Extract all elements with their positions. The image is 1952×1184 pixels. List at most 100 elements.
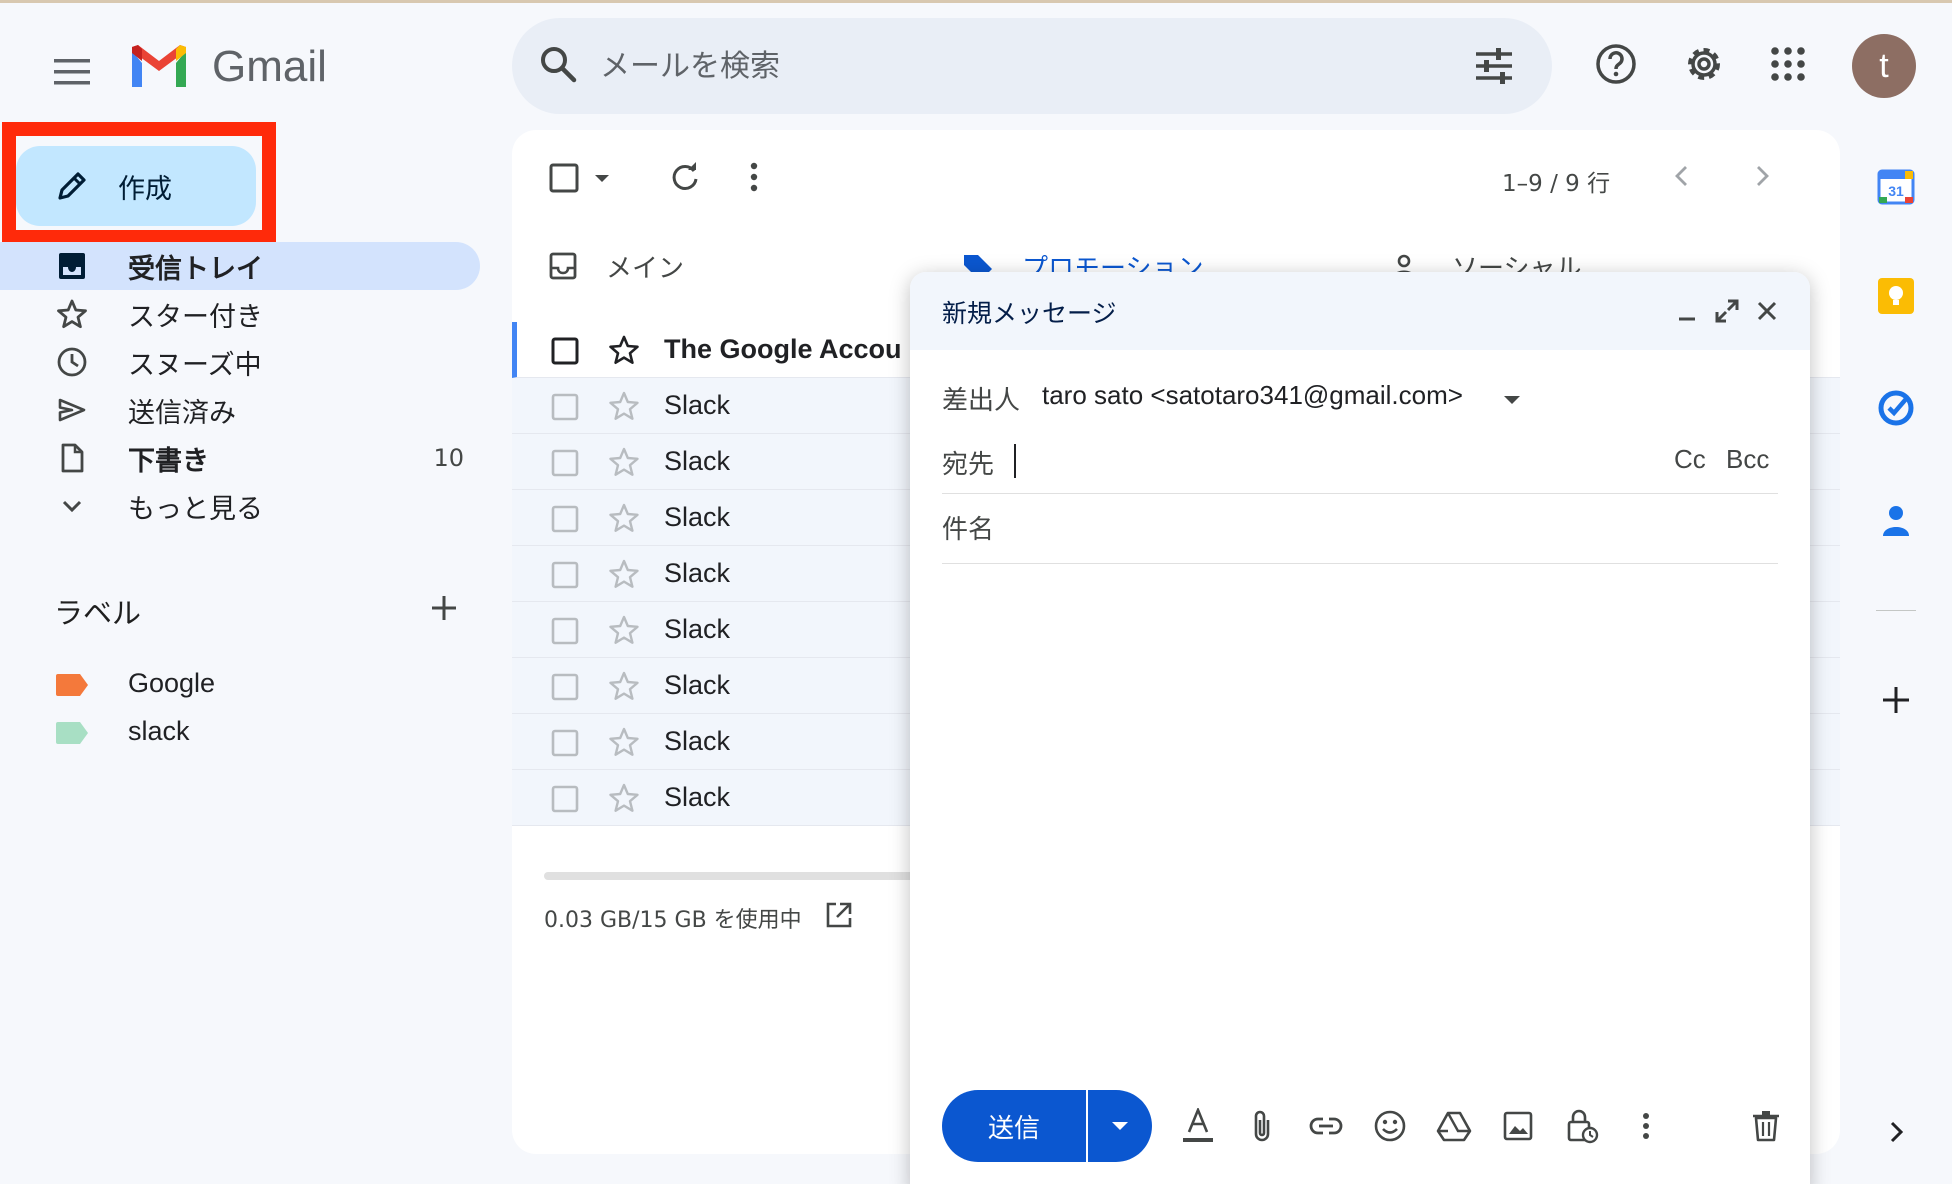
add-addon-icon[interactable] <box>1874 678 1918 722</box>
select-dropdown-icon[interactable] <box>592 170 612 186</box>
sidebar-item-drafts[interactable]: 下書き 10 <box>0 434 480 482</box>
close-icon[interactable] <box>1750 294 1784 328</box>
select-all-checkbox[interactable] <box>548 162 580 194</box>
email-sender: The Google Accou <box>664 334 902 364</box>
search-options-icon[interactable] <box>1472 44 1516 88</box>
next-page-icon[interactable] <box>1748 162 1776 190</box>
sidebar-item-count: 10 <box>433 444 464 472</box>
refresh-icon[interactable] <box>668 160 702 194</box>
attachment-icon[interactable] <box>1242 1106 1282 1146</box>
sidebar-item-inbox[interactable]: 受信トレイ <box>0 242 480 290</box>
sidebar-item-label: 下書き <box>128 445 209 477</box>
help-icon[interactable] <box>1592 36 1640 92</box>
row-checkbox[interactable] <box>550 504 580 534</box>
tab-main[interactable]: メイン <box>548 230 684 302</box>
plus-icon <box>432 596 456 620</box>
main-menu-button[interactable] <box>44 44 100 100</box>
search-bar[interactable] <box>512 18 1552 114</box>
from-row[interactable]: 差出人 taro sato <satotaro341@gmail.com> <box>942 368 1778 424</box>
compose-dialog: 新規メッセージ 差出人 taro sato <satotaro341@gmail… <box>910 272 1810 1184</box>
compose-dialog-header[interactable]: 新規メッセージ <box>910 272 1810 350</box>
send-button[interactable]: 送信 <box>942 1090 1086 1162</box>
link-icon[interactable] <box>1306 1106 1346 1146</box>
sidebar-item-more[interactable]: もっと見る <box>0 482 480 530</box>
star-icon[interactable] <box>608 726 640 758</box>
email-sender: Slack <box>664 446 731 476</box>
row-checkbox[interactable] <box>550 672 580 702</box>
email-sender: Slack <box>664 782 731 812</box>
sidebar-item-sent[interactable]: 送信済み <box>0 386 480 434</box>
compose-button[interactable]: 作成 <box>16 146 256 226</box>
fullscreen-icon[interactable] <box>1710 294 1744 328</box>
bcc-link[interactable]: Bcc <box>1726 444 1769 475</box>
star-icon[interactable] <box>608 782 640 814</box>
text-format-icon[interactable] <box>1178 1106 1218 1146</box>
keep-icon[interactable] <box>1874 274 1918 318</box>
emoji-icon[interactable] <box>1370 1106 1410 1146</box>
star-icon <box>56 298 88 330</box>
top-border <box>0 0 1952 3</box>
email-sender: Slack <box>664 502 731 532</box>
send-icon <box>56 394 88 426</box>
avatar[interactable]: t <box>1852 34 1916 98</box>
sidebar-item-starred[interactable]: スター付き <box>0 290 480 338</box>
contacts-icon[interactable] <box>1874 498 1918 542</box>
row-checkbox[interactable] <box>550 616 580 646</box>
to-label: 宛先 <box>942 450 995 480</box>
cc-link[interactable]: Cc <box>1674 444 1706 475</box>
label-item-google[interactable]: Google <box>0 662 480 708</box>
compose-dialog-title: 新規メッセージ <box>942 299 1117 328</box>
drive-icon[interactable] <box>1434 1106 1474 1146</box>
more-vert-icon[interactable] <box>748 160 760 194</box>
sidebar-item-snoozed[interactable]: スヌーズ中 <box>0 338 480 386</box>
apps-grid-icon[interactable] <box>1764 36 1812 92</box>
minimize-icon[interactable] <box>1670 294 1704 328</box>
insert-photo-icon[interactable] <box>1498 1106 1538 1146</box>
prev-page-icon[interactable] <box>1668 162 1696 190</box>
label-tag-icon <box>56 674 88 696</box>
chevron-down-icon <box>56 490 88 522</box>
sidebar-item-label: スヌーズ中 <box>128 349 262 381</box>
star-icon[interactable] <box>608 502 640 534</box>
to-input[interactable] <box>1012 438 1632 482</box>
gmail-logo[interactable]: Gmail <box>128 42 327 92</box>
message-body[interactable] <box>942 572 1778 1032</box>
compose-label: 作成 <box>118 173 172 205</box>
gmail-m-icon <box>132 45 186 87</box>
row-checkbox[interactable] <box>550 784 580 814</box>
confidential-mode-icon[interactable] <box>1562 1106 1602 1146</box>
hamburger-icon <box>54 59 90 85</box>
row-checkbox[interactable] <box>550 728 580 758</box>
search-icon[interactable] <box>536 42 580 86</box>
tasks-icon[interactable] <box>1874 386 1918 430</box>
label-item-slack[interactable]: slack <box>0 710 480 756</box>
calendar-icon[interactable]: 31 <box>1874 164 1918 208</box>
search-input[interactable] <box>600 40 1420 92</box>
subject-input[interactable] <box>942 508 1778 552</box>
star-icon[interactable] <box>608 390 640 422</box>
tab-label: メイン <box>606 253 685 284</box>
star-icon[interactable] <box>608 334 640 366</box>
row-checkbox[interactable] <box>550 392 580 422</box>
row-checkbox[interactable] <box>550 336 580 366</box>
row-checkbox[interactable] <box>550 448 580 478</box>
clock-icon <box>56 346 88 378</box>
expand-panel-icon[interactable] <box>1874 1110 1918 1154</box>
star-icon[interactable] <box>608 446 640 478</box>
row-checkbox[interactable] <box>550 560 580 590</box>
gear-icon[interactable] <box>1680 36 1728 92</box>
send-options-button[interactable] <box>1088 1090 1152 1162</box>
trash-icon[interactable] <box>1746 1106 1786 1146</box>
more-options-icon[interactable] <box>1626 1106 1666 1146</box>
storage-usage-bar <box>544 872 944 880</box>
svg-text:31: 31 <box>1888 183 1904 199</box>
from-value[interactable]: taro sato <satotaro341@gmail.com> <box>1042 380 1463 411</box>
from-dropdown-icon[interactable] <box>1502 394 1522 406</box>
email-sender: Slack <box>664 558 731 588</box>
star-icon[interactable] <box>608 558 640 590</box>
add-label-button[interactable] <box>428 592 460 624</box>
star-icon[interactable] <box>608 670 640 702</box>
external-link-icon[interactable] <box>824 900 854 930</box>
sidebar-item-label: もっと見る <box>128 493 263 525</box>
star-icon[interactable] <box>608 614 640 646</box>
